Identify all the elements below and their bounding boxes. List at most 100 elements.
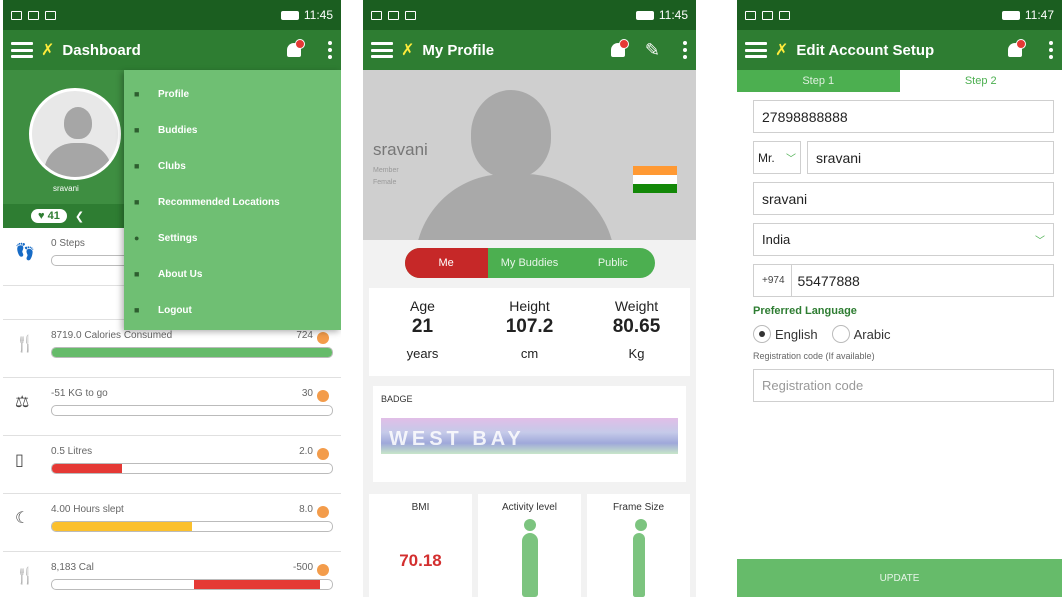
water-target: 2.0 (299, 446, 313, 457)
menu-item-clubs[interactable]: ■ Clubs (124, 148, 341, 184)
list-item-water[interactable]: ▯ 0.5 Litres 2.0 (3, 436, 341, 494)
sleep-target: 8.0 (299, 504, 313, 515)
list-item-weight[interactable]: ⚖ -51 KG to go 30 (3, 378, 341, 436)
logout-icon: ■ (134, 305, 140, 315)
list-item-sleep[interactable]: ☾ 4.00 Hours slept 8.0 (3, 494, 341, 552)
menu-item-recommended-locations[interactable]: ■ Recommended Locations (124, 184, 341, 220)
weight-progress (51, 405, 333, 416)
last-name-field[interactable]: sravani (753, 182, 1054, 215)
chevron-left-icon[interactable]: ❮ (75, 210, 84, 223)
cutlery-icon: 🍴 (15, 336, 35, 353)
status-time: 11:45 (658, 8, 688, 22)
notification-bell-icon[interactable] (1004, 39, 1026, 61)
water-progress (51, 463, 333, 474)
activity-level-card[interactable]: Activity level (478, 494, 581, 597)
registration-code-input[interactable]: Registration code (753, 369, 1054, 402)
battery-icon (635, 10, 654, 20)
edit-dot-icon[interactable] (317, 564, 329, 576)
edit-pencil-icon[interactable]: ✎ (645, 40, 660, 61)
account-form: 27898888888 Mr. ﹀ sravani sravani India ﹀ … (737, 92, 1062, 402)
edit-dot-icon[interactable] (317, 390, 329, 402)
calories-label: 8719.0 Calories Consumed (51, 330, 173, 341)
status-bar: 11:45 (363, 0, 696, 30)
chevron-down-icon: ﹀ (786, 154, 796, 165)
scale-icon: ⚖ (15, 394, 30, 411)
club-icon: ■ (134, 161, 140, 171)
notification-icons (371, 10, 416, 20)
country-select[interactable]: India ﹀ (753, 223, 1054, 256)
menu-item-logout[interactable]: ■ Logout (124, 292, 341, 328)
edit-dot-icon[interactable] (317, 448, 329, 460)
body-silhouette-icon (632, 519, 647, 597)
tab-me[interactable]: Me (404, 248, 488, 278)
hamburger-menu-icon[interactable] (11, 42, 33, 58)
profile-name: sravani (373, 140, 428, 159)
location-icon: ■ (134, 197, 140, 207)
stat-age: Age 21 years (406, 298, 439, 361)
overflow-dropdown-menu: ■ Profile ■ Buddies ■ Clubs ■ Recommended Lo… (124, 70, 341, 330)
menu-item-settings[interactable]: ● Settings (124, 220, 341, 256)
phone-number[interactable]: 55477888 (790, 264, 860, 297)
first-name-field[interactable]: sravani (807, 141, 1054, 174)
overflow-menu-icon[interactable] (327, 41, 333, 59)
menu-item-profile[interactable]: ■ Profile (124, 76, 341, 112)
app-logo-icon: ✗ (41, 42, 55, 59)
username: sravani (53, 184, 79, 193)
hamburger-menu-icon[interactable] (371, 42, 393, 58)
edit-dot-icon[interactable] (317, 506, 329, 518)
page-title: My Profile (422, 41, 495, 59)
phone-field[interactable]: +974 55477888 (753, 264, 1054, 297)
sleep-progress (51, 521, 333, 532)
edit-account-screen: 11:47 ✗ Edit Account Setup Step 1 Step 2… (737, 0, 1062, 597)
overflow-menu-icon[interactable] (682, 41, 688, 59)
water-glass-icon: ▯ (15, 452, 24, 469)
bmi-card[interactable]: BMI 70.18 (369, 494, 472, 597)
calorie-balance-target: -500 (292, 562, 313, 573)
notification-bell-icon[interactable] (607, 39, 629, 61)
stat-height: Height 107.2 cm (505, 298, 554, 361)
profile-cover: sravani Member Female (363, 70, 696, 240)
status-bar: 11:45 (3, 0, 341, 30)
profile-subtext: Member Female (373, 167, 399, 186)
likes-badge[interactable]: ♥ 41 (31, 209, 67, 223)
tab-my-buddies[interactable]: My Buddies (488, 248, 571, 278)
id-number-field[interactable]: 27898888888 (753, 100, 1054, 133)
body-silhouette-icon (521, 519, 538, 597)
frame-size-card[interactable]: Frame Size (587, 494, 690, 597)
radio-arabic[interactable]: Arabic (831, 325, 891, 343)
person-icon: ■ (134, 89, 140, 99)
overflow-menu-icon[interactable] (1048, 41, 1054, 59)
menu-item-buddies[interactable]: ■ Buddies (124, 112, 341, 148)
calorie-balance-progress (51, 579, 333, 590)
notification-bell-icon[interactable] (283, 39, 305, 61)
status-time: 11:47 (1024, 8, 1054, 22)
menu-item-about-us[interactable]: ■ About Us (124, 256, 341, 292)
battery-icon (1001, 10, 1020, 20)
dashboard-screen: 11:45 ✗ Dashboard sravani ♥ 41 ❮ 👣 0 Ste… (3, 0, 341, 597)
app-bar: ✗ My Profile ✎ (363, 30, 696, 70)
tab-public[interactable]: Public (571, 248, 654, 278)
battery-icon (280, 10, 299, 20)
edit-dot-icon[interactable] (317, 332, 329, 344)
salutation-select[interactable]: Mr. ﹀ (753, 141, 801, 174)
body-metrics-row: BMI 70.18 Activity level Frame Size (369, 494, 690, 597)
hamburger-menu-icon[interactable] (745, 42, 767, 58)
country-code: +974 (762, 275, 785, 286)
radio-english[interactable]: English (753, 325, 818, 343)
notification-icons (745, 10, 790, 20)
avatar[interactable] (29, 88, 121, 180)
west-bay-badge-image[interactable]: WEST BAY (381, 418, 678, 454)
badge-section: BADGE WEST BAY (373, 386, 686, 482)
india-flag-icon (633, 166, 677, 193)
tab-step-1[interactable]: Step 1 (737, 70, 900, 92)
list-item-calorie-balance[interactable]: 🍴 8,183 Cal -500 (3, 552, 341, 597)
calories-target: 724 (296, 330, 313, 341)
tab-step-2[interactable]: Step 2 (899, 70, 1062, 92)
visibility-tabs: Me My Buddies Public (404, 248, 655, 278)
app-bar: ✗ Edit Account Setup (737, 30, 1062, 70)
app-logo-icon: ✗ (775, 42, 789, 59)
app-bar: ✗ Dashboard (3, 30, 341, 70)
profile-screen: 11:45 ✗ My Profile ✎ sravani Member Femal… (363, 0, 696, 597)
update-button[interactable]: UPDATE (737, 559, 1062, 597)
page-title: Edit Account Setup (796, 41, 935, 59)
